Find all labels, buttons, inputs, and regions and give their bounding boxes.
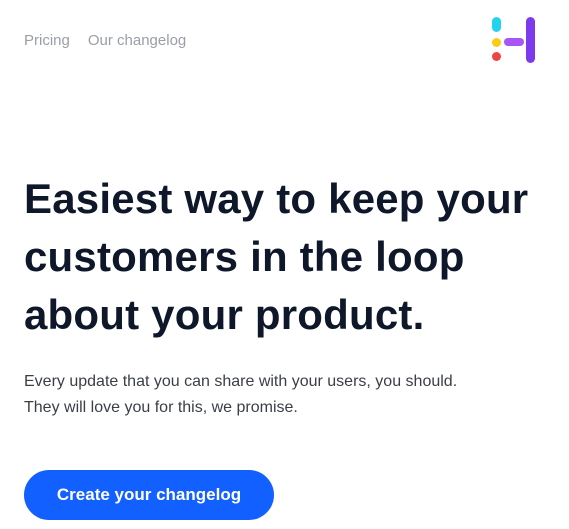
hero-title-line-1: Easiest way to keep your xyxy=(24,175,529,222)
logo-purple-bar xyxy=(526,17,535,63)
hero-subtitle-line-2: They will love you for this, we promise. xyxy=(24,399,298,416)
nav-link-pricing[interactable]: Pricing xyxy=(24,32,70,49)
hero-title-line-2: customers in the loop xyxy=(24,233,465,280)
logo-red-dot xyxy=(492,52,501,61)
hero-subtitle: Every update that you can share with you… xyxy=(24,369,554,421)
top-nav: Pricing Our changelog xyxy=(24,32,186,49)
create-changelog-button[interactable]: Create your changelog xyxy=(24,470,274,520)
logo-violet-bar xyxy=(504,38,524,46)
nav-link-changelog[interactable]: Our changelog xyxy=(88,32,186,49)
hero-title: Easiest way to keep your customers in th… xyxy=(24,170,564,344)
hero-title-line-3: about your product. xyxy=(24,291,425,338)
logo-cyan-bar xyxy=(492,17,501,32)
logo-yellow-dot xyxy=(492,38,501,47)
hero-subtitle-line-1: Every update that you can share with you… xyxy=(24,373,458,390)
logo[interactable] xyxy=(490,17,538,63)
logo-icon xyxy=(492,17,535,63)
